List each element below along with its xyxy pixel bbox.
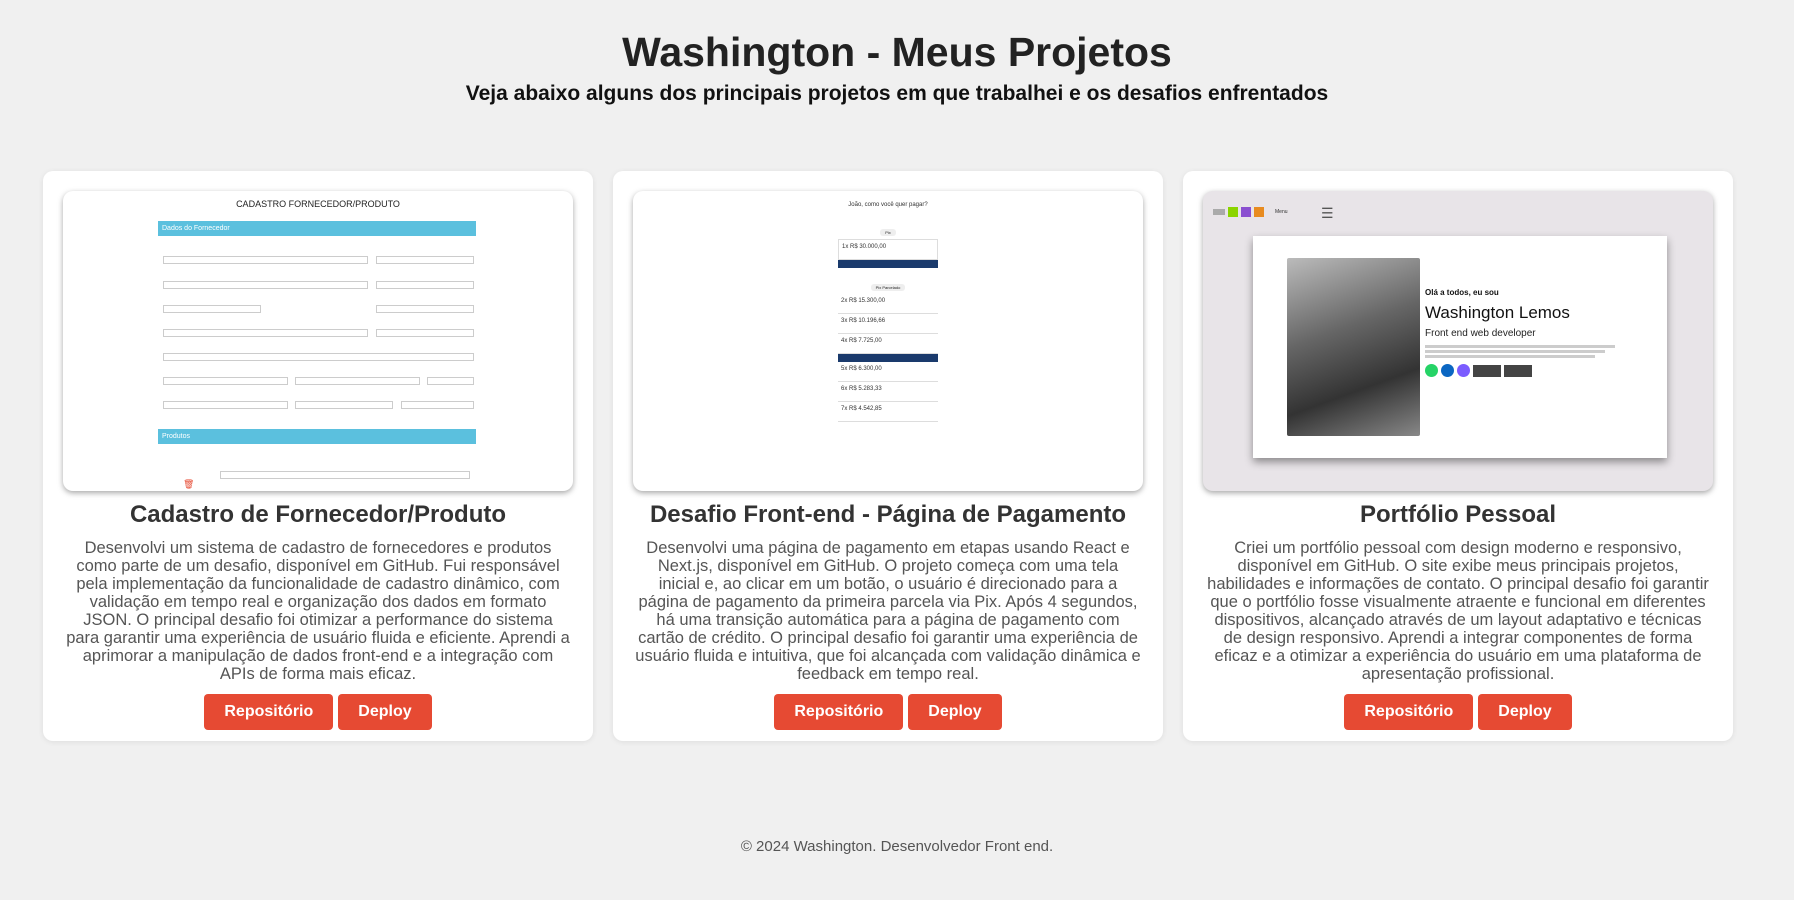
- page-subtitle: Veja abaixo alguns dos principais projet…: [465, 82, 1329, 105]
- page-header: Washington - Meus Projetos Veja abaixo a…: [0, 0, 1794, 106]
- thumb-heading: CADASTRO FORNECEDOR/PRODUTO: [236, 199, 400, 209]
- thumb-section-bar: Dados do Fornecedor: [158, 221, 476, 236]
- thumb-row: 1x R$ 30.000,00: [842, 244, 887, 250]
- thumb-greeting: Olá a todos, eu sou: [1425, 288, 1499, 297]
- project-description: Desenvolvi um sistema de cadastro de for…: [66, 539, 570, 683]
- project-title: Portfólio Pessoal: [1359, 501, 1557, 528]
- deploy-button[interactable]: Deploy: [1478, 694, 1572, 730]
- menu-icon: ☰: [1321, 205, 1334, 221]
- thumb-heading: João, como você quer pagar?: [848, 202, 928, 208]
- thumb-row: 6x R$ 5.283,33: [841, 386, 882, 392]
- thumb-payment-list: Pix 1x R$ 30.000,00 Pix Parcelado 2x R$ …: [838, 221, 938, 422]
- linkedin-icon: [1441, 364, 1454, 377]
- thumb-row: 2x R$ 15.300,00: [841, 298, 886, 304]
- project-title: Desafio Front-end - Página de Pagamento: [649, 501, 1127, 528]
- thumb-row: 4x R$ 7.725,00: [841, 338, 882, 344]
- thumb-row: 5x R$ 6.300,00: [841, 366, 882, 372]
- project-actions: Repositório Deploy: [43, 694, 593, 730]
- thumb-banner: [838, 354, 938, 362]
- trash-icon: 🗑: [183, 479, 195, 489]
- project-actions: Repositório Deploy: [613, 694, 1163, 730]
- thumb-navbar: Menu: [1213, 207, 1288, 217]
- whatsapp-icon: [1425, 364, 1438, 377]
- projects-grid: CADASTRO FORNECEDOR/PRODUTO Dados do For…: [43, 171, 1733, 741]
- project-description: Criei um portfólio pessoal com design mo…: [1207, 539, 1709, 683]
- thumb-row: 3x R$ 10.196,66: [841, 318, 886, 324]
- project-actions: Repositório Deploy: [1183, 694, 1733, 730]
- thumb-hero: Olá a todos, eu sou Washington Lemos Fro…: [1253, 236, 1667, 458]
- thumb-banner: [838, 260, 938, 268]
- page-title: Washington - Meus Projetos: [622, 29, 1172, 75]
- repository-button[interactable]: Repositório: [774, 694, 904, 730]
- project-description: Desenvolvi uma página de pagamento em et…: [635, 539, 1141, 683]
- project-thumbnail: Menu ☰ Olá a todos, eu sou Washington Le…: [1203, 191, 1713, 491]
- thumb-section-bar: Produtos: [158, 429, 476, 444]
- repository-button[interactable]: Repositório: [1344, 694, 1474, 730]
- project-card: Menu ☰ Olá a todos, eu sou Washington Le…: [1183, 171, 1733, 741]
- project-card: CADASTRO FORNECEDOR/PRODUTO Dados do For…: [43, 171, 593, 741]
- project-card: João, como você quer pagar? Pix 1x R$ 30…: [613, 171, 1163, 741]
- thumb-menu-label: Menu: [1275, 209, 1288, 215]
- thumb-name: Washington Lemos: [1425, 303, 1570, 322]
- thumb-tag: Pix: [880, 229, 896, 236]
- thumb-tag: Pix Parcelado: [870, 284, 906, 291]
- project-thumbnail: CADASTRO FORNECEDOR/PRODUTO Dados do For…: [63, 191, 573, 491]
- profile-photo: [1287, 258, 1420, 436]
- deploy-button[interactable]: Deploy: [908, 694, 1002, 730]
- deploy-button[interactable]: Deploy: [338, 694, 432, 730]
- project-title: Cadastro de Fornecedor/Produto: [129, 501, 507, 528]
- thumb-role: Front end web developer: [1425, 328, 1536, 339]
- thumb-row: 7x R$ 4.542,85: [841, 406, 882, 412]
- project-thumbnail: João, como você quer pagar? Pix 1x R$ 30…: [633, 191, 1143, 491]
- repository-button[interactable]: Repositório: [204, 694, 334, 730]
- page-footer: © 2024 Washington. Desenvolvedor Front e…: [740, 838, 1054, 855]
- messenger-icon: [1457, 364, 1470, 377]
